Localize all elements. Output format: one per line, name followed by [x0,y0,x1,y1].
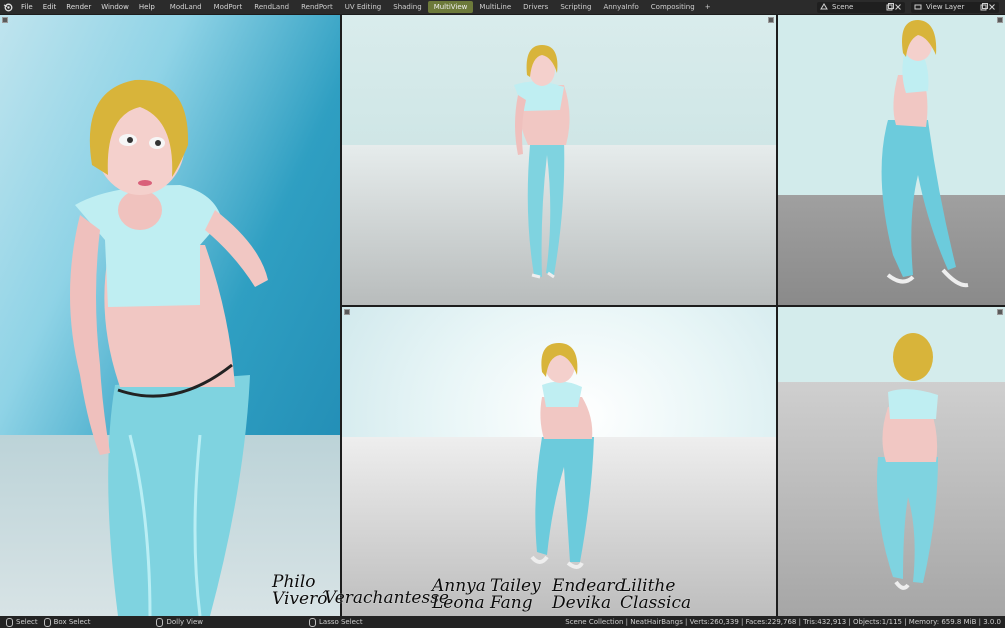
signature-verachantesse: Verachantesse [324,590,449,607]
signature-lilithe-classica: Lilithe Classica [620,578,691,612]
scene-statistics: Scene Collection | NeatHairBangs | Verts… [565,618,1001,626]
viewport-closeup[interactable] [0,15,340,616]
scene-name[interactable]: Scene [828,3,886,11]
scene-selector[interactable]: Scene [817,1,905,13]
status-box-select: Box Select [43,617,91,627]
tab-modport[interactable]: ModPort [208,1,249,13]
tab-annyainfo[interactable]: AnnyaInfo [597,1,644,13]
menu-edit[interactable]: Edit [38,0,62,14]
top-bar: File Edit Render Window Help ModLand Mod… [0,0,1005,14]
view-layer-icon [914,4,922,10]
left-mouse-icon [6,617,13,627]
scene-selectors: Scene View Layer [817,0,1005,14]
view-layer-selector[interactable]: View Layer [911,1,999,13]
add-workspace-button[interactable]: + [701,3,715,11]
viewport-front[interactable] [342,15,776,305]
tab-rendport[interactable]: RendPort [295,1,339,13]
signature-line1: Verachantesse [324,588,449,608]
tab-shading[interactable]: Shading [387,1,427,13]
character-figure [530,342,594,569]
status-lasso-select: Lasso Select [309,617,363,627]
workspace-tabs: ModLand ModPort RendLand RendPort UV Edi… [164,1,715,13]
menu-render[interactable]: Render [61,0,96,14]
blender-logo-icon[interactable] [0,0,16,14]
signature-line2: Viveró [272,589,328,609]
signature-line2: Classica [620,593,692,613]
view-layer-name[interactable]: View Layer [922,3,980,11]
left-mouse-drag-icon [43,617,51,627]
signature-tailey-fang: Tailey Fang [490,578,541,612]
close-icon[interactable] [894,3,902,11]
status-select: Select [6,617,38,627]
character-figure [881,20,969,288]
tab-drivers[interactable]: Drivers [517,1,554,13]
tab-multiline[interactable]: MultiLine [473,1,517,13]
scene-icon [820,3,828,10]
signature-philo-vivero: Philo Viveró [272,574,327,608]
signature-endearo-devika: Endearo Devika [552,578,625,612]
menu-window[interactable]: Window [96,0,134,14]
status-select-label: Select [16,618,38,626]
status-dolly-view-label: Dolly View [166,618,203,626]
viewport-three-quarter[interactable] [342,307,776,616]
signature-line2: Devika [552,593,612,613]
viewport-side-right[interactable] [778,15,1005,305]
middle-mouse-icon [156,617,164,627]
tab-scripting[interactable]: Scripting [554,1,597,13]
status-lasso-select-label: Lasso Select [319,618,363,626]
right-mouse-icon [309,617,316,627]
tab-compositing[interactable]: Compositing [645,1,701,13]
tab-modland[interactable]: ModLand [164,1,208,13]
signature-line2: Fang [490,593,533,613]
character-figure [877,333,938,590]
tab-multiview[interactable]: MultiView [427,1,474,13]
signature-annya-leona: Annya Leona [432,578,486,612]
character-figure [514,45,570,279]
tab-uv-editing[interactable]: UV Editing [339,1,388,13]
status-box-select-label: Box Select [53,618,91,626]
duplicate-icon[interactable] [886,3,894,11]
viewport-back[interactable] [778,307,1005,616]
character-figure [70,79,268,616]
close-icon[interactable] [988,3,996,11]
menu-file[interactable]: File [16,0,38,14]
signature-line2: Leona [432,593,485,613]
duplicate-icon[interactable] [980,3,988,11]
status-dolly-view: Dolly View [156,617,203,627]
status-bar: Select Box Select Dolly View Lasso Selec… [0,616,1005,628]
tab-rendland[interactable]: RendLand [248,1,295,13]
menu-help[interactable]: Help [134,0,160,14]
